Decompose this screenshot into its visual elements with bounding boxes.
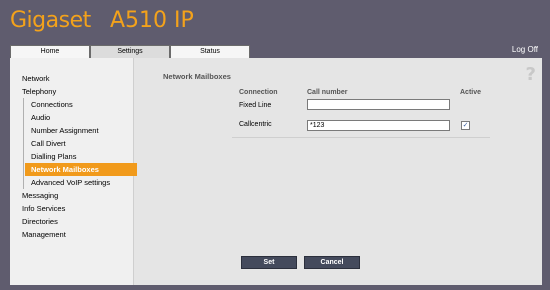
row-divider [232, 137, 490, 138]
sidebar-item-network-mailboxes[interactable]: Network Mailboxes [25, 163, 137, 176]
row-label-fixed-line: Fixed Line [239, 102, 272, 109]
sidebar-item-directories[interactable]: Directories [10, 215, 134, 228]
cancel-button[interactable]: Cancel [304, 256, 360, 269]
page-title: Network Mailboxes [163, 72, 231, 81]
sidebar-item-dialling-plans[interactable]: Dialling Plans [25, 150, 134, 163]
logoff-link[interactable]: Log Off [512, 45, 538, 54]
tab-status[interactable]: Status [170, 45, 250, 58]
sidebar: Network Telephony Connections Audio Numb… [10, 58, 137, 285]
sidebar-item-audio[interactable]: Audio [25, 111, 134, 124]
sidebar-item-number-assignment[interactable]: Number Assignment [25, 124, 134, 137]
settings-panel: Network Telephony Connections Audio Numb… [10, 58, 542, 285]
callcentric-active-checkbox[interactable]: ✓ [461, 121, 470, 130]
tab-home[interactable]: Home [10, 45, 90, 58]
column-header-connection: Connection [239, 89, 278, 96]
sidebar-item-call-divert[interactable]: Call Divert [25, 137, 134, 150]
sidebar-item-messaging[interactable]: Messaging [10, 189, 134, 202]
sidebar-item-connections[interactable]: Connections [25, 98, 134, 111]
set-button[interactable]: Set [241, 256, 297, 269]
column-header-call-number: Call number [307, 89, 348, 96]
brand-logo: Gigaset [10, 8, 91, 33]
sidebar-telephony-submenu: Connections Audio Number Assignment Call… [23, 98, 137, 189]
sidebar-item-network[interactable]: Network [10, 72, 134, 85]
sidebar-item-info-services[interactable]: Info Services [10, 202, 134, 215]
brand-model: A510 IP [110, 8, 194, 33]
callcentric-call-number-input[interactable] [307, 120, 450, 131]
help-icon[interactable]: ? [526, 64, 536, 85]
sidebar-item-telephony[interactable]: Telephony [10, 85, 134, 98]
column-header-active: Active [460, 89, 482, 96]
fixed-line-call-number-input[interactable] [307, 99, 450, 110]
sidebar-item-management[interactable]: Management [10, 228, 134, 241]
sidebar-item-advanced-voip[interactable]: Advanced VoIP settings [25, 176, 134, 189]
tab-settings[interactable]: Settings [90, 45, 170, 58]
sidebar-nav: Network Telephony Connections Audio Numb… [10, 72, 137, 241]
row-label-callcentric: Callcentric [239, 121, 272, 128]
